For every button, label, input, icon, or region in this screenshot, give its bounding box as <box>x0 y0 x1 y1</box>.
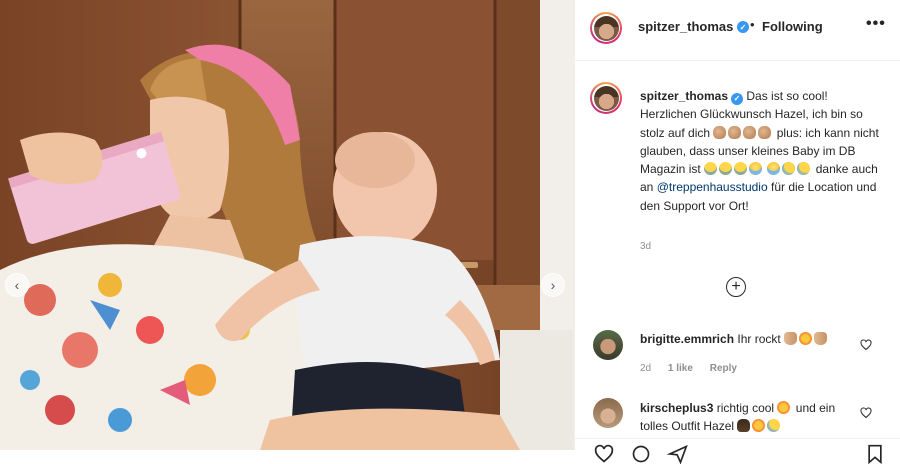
post-photo[interactable]: ‹ › <box>0 0 574 450</box>
author-avatar[interactable] <box>590 12 622 44</box>
post-side-panel: spitzer_thomas ✓ • Following ••• spitzer… <box>574 0 900 464</box>
crying-face-emoji-icon <box>734 162 748 176</box>
heart-icon[interactable] <box>593 444 615 464</box>
heart-eyes-emoji-icon <box>777 401 791 414</box>
bookmark-icon[interactable] <box>865 444 885 464</box>
header-separator: • <box>750 17 755 32</box>
plus-circle-icon: + <box>731 278 741 295</box>
comment: brigitte.emmrich Ihr rockt <box>640 330 855 348</box>
heart-eyes-emoji-icon <box>799 332 813 345</box>
commenter-avatar[interactable] <box>593 330 623 360</box>
comment-text: Ihr rockt <box>737 332 781 346</box>
load-more-comments-button[interactable]: + <box>726 277 746 297</box>
post-caption: spitzer_thomas ✓ Das ist so cool! Herzlic… <box>640 87 880 215</box>
author-username-link[interactable]: spitzer_thomas <box>638 19 733 34</box>
grinning-sweat-emoji-icon <box>767 419 781 432</box>
comment-like-count[interactable]: 1 like <box>668 363 693 374</box>
next-photo-button[interactable]: › <box>541 273 565 297</box>
caption-username-link[interactable]: spitzer_thomas <box>640 89 728 103</box>
clap-emoji-icon <box>743 125 757 139</box>
post-timestamp[interactable]: 3d <box>640 241 651 252</box>
avatar-image <box>593 85 619 111</box>
caption-author-avatar[interactable] <box>590 82 622 114</box>
avatar-image <box>593 15 619 41</box>
mention-link[interactable]: @treppenhausstudio <box>657 180 768 194</box>
following-button[interactable]: Following <box>762 19 823 34</box>
reply-button[interactable]: Reply <box>710 363 737 374</box>
clap-emoji-icon <box>758 125 772 139</box>
crying-face-emoji-icon <box>704 162 718 176</box>
commenter-username-link[interactable]: kirscheplus3 <box>640 401 713 415</box>
commenter-avatar[interactable] <box>593 398 623 428</box>
chevron-left-icon: ‹ <box>14 277 20 293</box>
heart-outline-icon[interactable] <box>860 339 872 351</box>
comment-icon[interactable] <box>630 444 652 464</box>
post-header: spitzer_thomas ✓ • Following ••• <box>575 0 900 61</box>
screaming-face-emoji-icon <box>749 162 763 176</box>
verified-badge-icon: ✓ <box>731 93 744 106</box>
comment-meta: 2d 1 like Reply <box>640 363 751 374</box>
chevron-right-icon: › <box>550 277 556 293</box>
horse-emoji-icon <box>737 419 751 432</box>
raised-hands-emoji-icon <box>814 332 828 345</box>
screaming-face-emoji-icon <box>767 162 781 176</box>
post-photo-image <box>0 0 574 450</box>
previous-photo-button[interactable]: ‹ <box>5 273 29 297</box>
comment-text: richtig cool <box>716 401 775 415</box>
crying-face-emoji-icon <box>719 162 733 176</box>
comment: kirscheplus3 richtig cool und ein tolles… <box>640 399 855 435</box>
raised-hands-emoji-icon <box>784 332 798 345</box>
heart-outline-icon[interactable] <box>860 407 872 419</box>
share-icon[interactable] <box>667 444 689 464</box>
more-options-icon[interactable]: ••• <box>866 15 886 33</box>
heart-eyes-emoji-icon <box>752 419 766 432</box>
verified-badge-icon: ✓ <box>737 21 749 33</box>
clap-emoji-icon <box>728 125 742 139</box>
comment-timestamp[interactable]: 2d <box>640 363 651 374</box>
post-action-bar <box>575 438 900 464</box>
commenter-username-link[interactable]: brigitte.emmrich <box>640 332 734 346</box>
grinning-sweat-emoji-icon <box>797 162 811 176</box>
grinning-sweat-emoji-icon <box>782 162 796 176</box>
clap-emoji-icon <box>713 125 727 139</box>
